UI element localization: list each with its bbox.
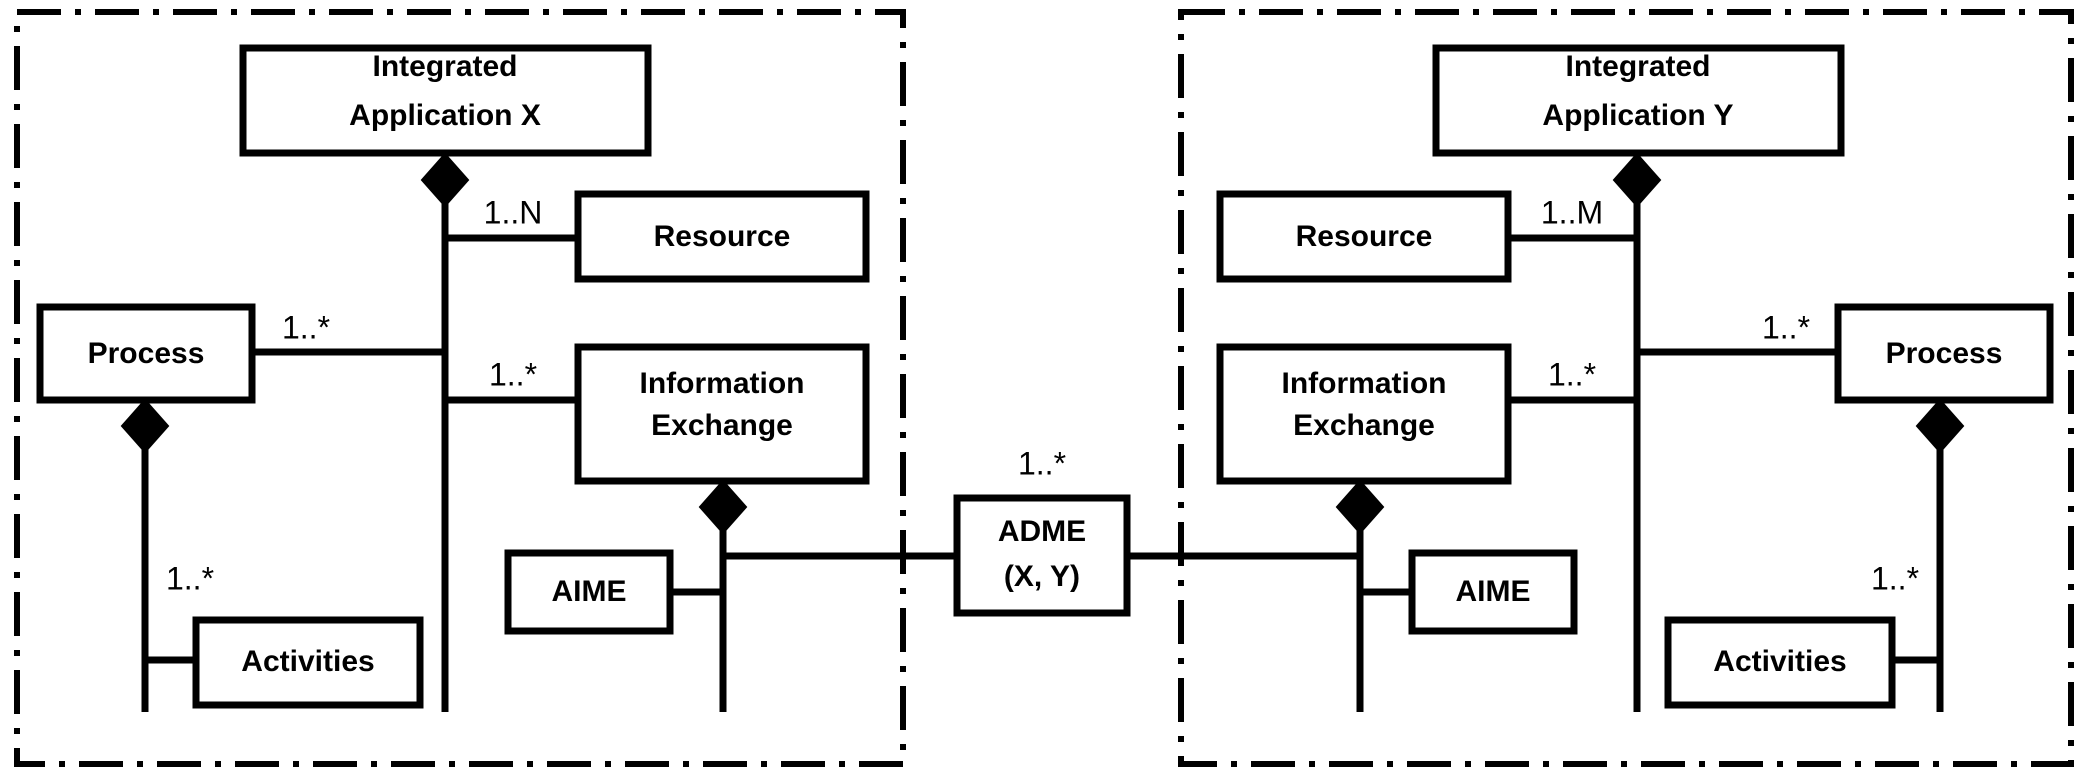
class-label-activities-y: Activities <box>1713 645 1846 678</box>
multiplicity-processx-activities: 1..* <box>166 560 214 596</box>
class-label-process-x: Process <box>88 337 205 370</box>
composition-diamond-processy <box>1915 398 1965 454</box>
multiplicity-processx-appx: 1..* <box>282 309 330 345</box>
multiplicity-adme: 1..* <box>1018 445 1066 481</box>
composition-diamond-infoexy <box>1335 479 1385 535</box>
composition-diamond-appx <box>420 152 470 208</box>
class-label-adme-line1: ADME <box>998 515 1086 548</box>
multiplicity-processy-appy: 1..* <box>1762 309 1810 345</box>
class-label-integrated-application-x-line2: Application X <box>349 99 541 132</box>
class-label-process-y: Process <box>1886 337 2003 370</box>
class-label-integrated-application-x-line1: Integrated <box>372 50 517 83</box>
class-label-integrated-application-y-line1: Integrated <box>1565 50 1710 83</box>
multiplicity-appy-infoexchange: 1..* <box>1548 356 1596 392</box>
composition-diamond-infoexx <box>698 479 748 535</box>
class-label-aime-y: AIME <box>1456 575 1531 608</box>
class-label-adme-line2: (X, Y) <box>1004 560 1080 593</box>
class-label-information-exchange-x-line1: Information <box>640 367 805 400</box>
class-label-information-exchange-x-line2: Exchange <box>651 409 793 442</box>
multiplicity-appx-resource: 1..N <box>484 194 543 230</box>
uml-diagram-svg: Integrated Application X Resource Inform… <box>14 9 2074 767</box>
class-label-integrated-application-y-line2: Application Y <box>1542 99 1733 132</box>
class-label-activities-x: Activities <box>241 645 374 678</box>
diagram-canvas: Integrated Application X Resource Inform… <box>0 0 2085 773</box>
class-label-information-exchange-y-line1: Information <box>1282 367 1447 400</box>
multiplicity-appx-infoexchange: 1..* <box>489 356 537 392</box>
composition-diamond-appy <box>1612 152 1662 208</box>
class-label-information-exchange-y-line2: Exchange <box>1293 409 1435 442</box>
multiplicity-appy-resource: 1..M <box>1541 194 1603 230</box>
class-label-resource-y: Resource <box>1296 220 1433 253</box>
class-label-resource-x: Resource <box>654 220 791 253</box>
class-label-aime-x: AIME <box>552 575 627 608</box>
multiplicity-processy-activities: 1..* <box>1871 560 1919 596</box>
composition-diamond-processx <box>120 398 170 454</box>
